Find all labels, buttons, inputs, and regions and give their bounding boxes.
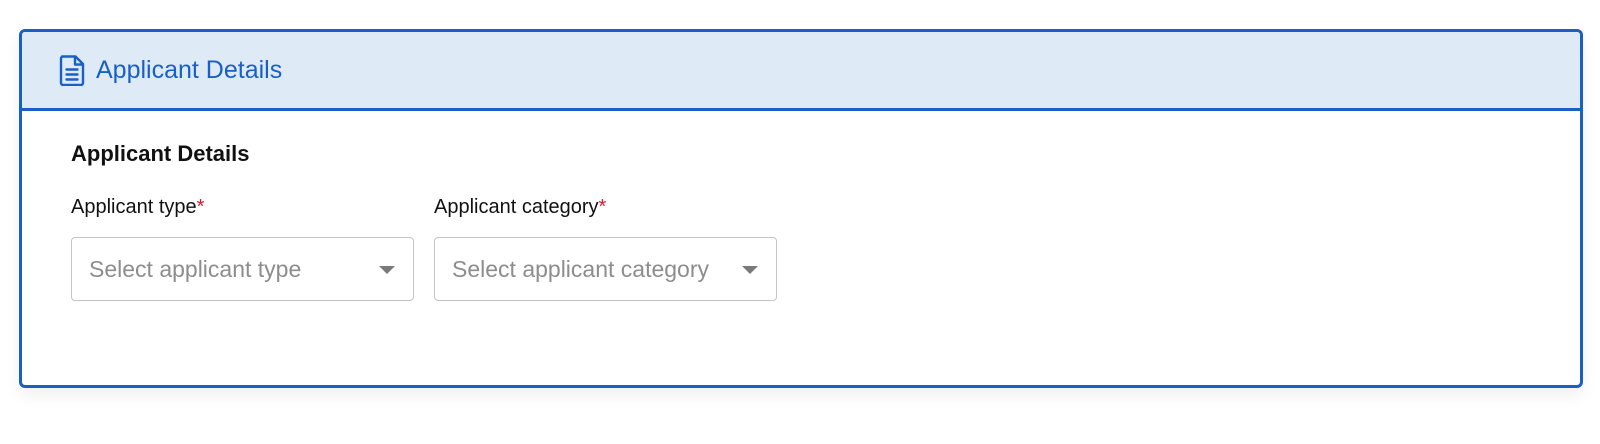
applicant-category-select[interactable]: Select applicant category <box>434 237 777 301</box>
panel-title: Applicant Details <box>96 55 283 84</box>
required-mark: * <box>196 196 205 218</box>
applicant-type-select[interactable]: Select applicant type <box>71 237 414 301</box>
applicant-category-placeholder: Select applicant category <box>452 255 709 282</box>
applicant-details-panel: Applicant Details Applicant Details Appl… <box>19 29 1583 388</box>
applicant-type-placeholder: Select applicant type <box>89 255 302 282</box>
chevron-down-icon[interactable] <box>379 266 395 274</box>
section-title: Applicant Details <box>71 141 250 166</box>
applicant-type-label-text: Applicant type <box>71 196 197 218</box>
applicant-category-label: Applicant category* <box>434 195 606 219</box>
panel-header[interactable]: Applicant Details <box>22 32 1580 111</box>
applicant-category-label-text: Applicant category <box>434 196 599 218</box>
applicant-type-label: Applicant type* <box>71 195 204 219</box>
required-mark: * <box>598 196 607 218</box>
chevron-down-icon[interactable] <box>742 266 758 274</box>
document-icon <box>58 54 86 86</box>
